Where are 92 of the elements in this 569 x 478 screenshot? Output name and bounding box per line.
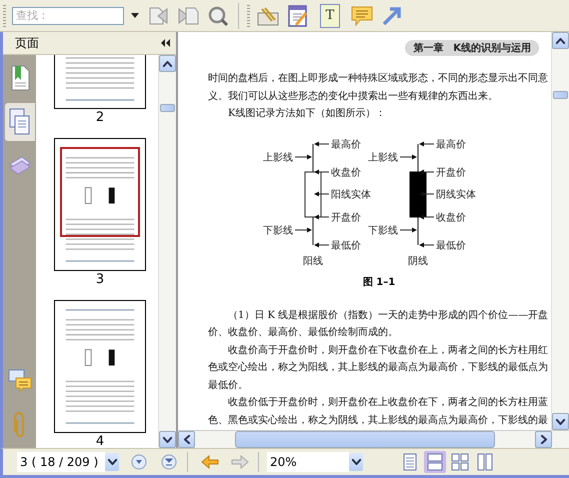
zoom-dropdown-button[interactable] bbox=[349, 453, 363, 471]
diagram-label: 上影线 bbox=[368, 152, 398, 163]
leader-arrow bbox=[419, 191, 434, 196]
down-circle-icon bbox=[131, 454, 147, 470]
diagram-label: 收盘价 bbox=[331, 167, 361, 178]
text-tool-button[interactable]: T bbox=[320, 4, 340, 28]
leader-arrow bbox=[419, 242, 434, 247]
leader-arrow bbox=[314, 242, 330, 247]
diagram-caption: 阴线 bbox=[408, 256, 428, 266]
scroll-up-button[interactable] bbox=[159, 55, 176, 72]
single-page-icon bbox=[403, 453, 417, 471]
panel-tab[interactable] bbox=[4, 103, 34, 141]
page-dropdown-button[interactable] bbox=[105, 453, 119, 471]
caret-icon bbox=[131, 13, 139, 18]
scroll-thumb[interactable] bbox=[553, 91, 568, 99]
view-mode-button[interactable] bbox=[449, 451, 471, 473]
figure-caption: 图 1–1 bbox=[362, 276, 396, 288]
leader-arrow bbox=[314, 214, 330, 219]
scroll-right-button[interactable] bbox=[535, 431, 552, 448]
back-button[interactable] bbox=[200, 452, 220, 472]
continuous-pages-icon bbox=[427, 453, 443, 471]
arrow-icon bbox=[381, 4, 403, 26]
page-left-icon bbox=[147, 4, 169, 26]
back-arrow-icon bbox=[201, 455, 219, 469]
leader-arrow bbox=[419, 141, 434, 146]
diagram-label: 最高价 bbox=[331, 139, 361, 150]
diagram-label: 下影线 bbox=[263, 225, 293, 236]
page-right-icon bbox=[177, 4, 199, 26]
paragraph: （1）日 K 线是根据股价（指数）一天的走势中形成的四个价位——开盘价、收盘价、最高价、最低价绘制而成的。 bbox=[208, 308, 550, 340]
diagram-label: 开盘价 bbox=[436, 167, 466, 178]
leader-arrow bbox=[314, 191, 330, 196]
leader-arrow bbox=[400, 154, 417, 159]
diagram-label: 开盘价 bbox=[331, 212, 361, 223]
note-button[interactable] bbox=[286, 2, 310, 28]
scroll-left-button[interactable] bbox=[178, 431, 195, 448]
scroll-up-button[interactable] bbox=[552, 32, 569, 49]
diagram-label: 阳线实体 bbox=[331, 189, 371, 200]
up-icon bbox=[163, 60, 172, 66]
diagram-label: 阴线实体 bbox=[436, 189, 476, 200]
leader-arrow bbox=[400, 227, 417, 232]
collapse-icon[interactable] bbox=[161, 39, 170, 47]
paperclip-note-icon bbox=[256, 4, 280, 26]
diagram-label: 上影线 bbox=[263, 152, 293, 163]
caret-icon bbox=[108, 459, 116, 465]
diagram-label: 最低价 bbox=[331, 240, 361, 251]
leader-arrow bbox=[294, 227, 312, 232]
caret-icon bbox=[352, 459, 360, 465]
leader-arrow bbox=[294, 154, 312, 159]
page-number: 3 bbox=[96, 271, 104, 289]
zoom-field[interactable]: 20% bbox=[267, 452, 349, 472]
left-icon bbox=[184, 435, 190, 444]
diagram-label: 下影线 bbox=[368, 225, 398, 236]
right-icon bbox=[540, 435, 546, 444]
diagram-caption: 阳线 bbox=[303, 256, 323, 266]
two-column-icon bbox=[477, 453, 493, 471]
last-page-button[interactable] bbox=[159, 452, 179, 472]
scroll-thumb[interactable] bbox=[235, 431, 495, 448]
paragraph: 收盘价低于开盘价时，则开盘价在上收盘价在下，两者之间的长方柱用蓝色、黑色或实心绘出，称之为阴线，其上影线的最高点为最高价，下影线的最 bbox=[208, 396, 549, 428]
scroll-down-button[interactable] bbox=[552, 413, 569, 430]
notepad-pencil-icon bbox=[287, 4, 309, 28]
chapter-header: 第一章 K线的识别与运用 bbox=[405, 40, 539, 56]
next-page-button[interactable] bbox=[129, 452, 149, 472]
speech-bubble-icon bbox=[350, 4, 374, 26]
down-icon bbox=[163, 436, 172, 442]
search-field[interactable]: 查找： bbox=[12, 6, 124, 24]
paragraph: 时间的盘档后，在图上即形成一种特殊区域或形态，不同的形态显示出不同意义。我们可以从这些形态的变化中摸索出一些有规律的东西出来。 bbox=[208, 72, 549, 104]
page-number: 2 bbox=[96, 109, 104, 127]
down-icon bbox=[556, 418, 565, 424]
up-icon bbox=[556, 38, 565, 44]
search-icon bbox=[207, 4, 229, 26]
panel-title: 页面 bbox=[15, 34, 39, 52]
leader-arrow bbox=[419, 214, 434, 219]
scroll-down-button[interactable] bbox=[159, 431, 176, 448]
diagram-label: 最高价 bbox=[436, 139, 466, 150]
diagram-label: 最低价 bbox=[436, 240, 466, 251]
page-number-field[interactable]: 3 ( 18 / 209 ) bbox=[17, 452, 105, 472]
scroll-thumb[interactable] bbox=[160, 104, 175, 112]
facing-pages-icon bbox=[451, 453, 469, 471]
pages-icon bbox=[8, 108, 32, 136]
comments-icon bbox=[8, 369, 32, 393]
view-mode-button[interactable] bbox=[424, 451, 446, 473]
paragraph: 收盘价高于开盘价时，则开盘价在下收盘价在上，两者之间的长方柱用红色或空心绘出，称之为阳线，其上影线的最高点为最高价，下影线的最低点为最低价。 bbox=[208, 344, 549, 392]
layers-icon bbox=[8, 155, 32, 177]
diagram-label: 收盘价 bbox=[436, 212, 466, 223]
leader-arrow bbox=[314, 141, 330, 146]
forward-arrow-icon bbox=[231, 455, 249, 469]
leader-arrow bbox=[419, 169, 434, 174]
paragraph: K线图记录方法如下（如图所示）： bbox=[227, 106, 386, 121]
last-page-icon bbox=[161, 454, 177, 470]
page-number: 4 bbox=[96, 433, 104, 448]
leader-arrow bbox=[314, 169, 330, 174]
bookmark-page-icon bbox=[8, 65, 30, 91]
